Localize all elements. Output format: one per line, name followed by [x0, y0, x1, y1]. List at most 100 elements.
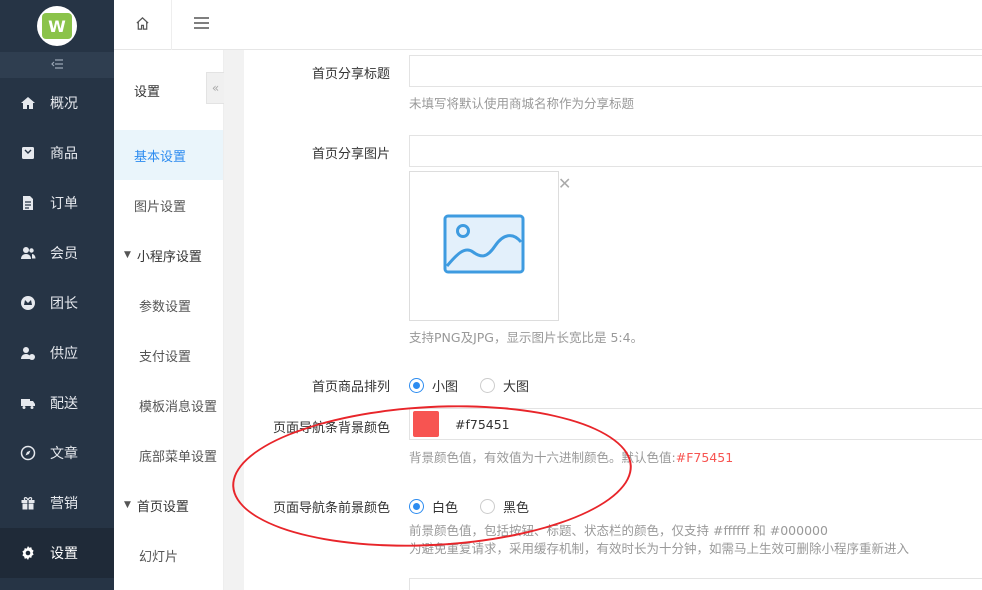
sidebar-item-orders[interactable]: 订单	[0, 178, 114, 228]
sidebar-item-leader[interactable]: 团长	[0, 278, 114, 328]
remove-image-button[interactable]: ✕	[558, 174, 571, 193]
nav-bg-color-label: 页面导航条背景颜色	[272, 421, 390, 436]
sidebar-item-label: 供应	[50, 346, 78, 362]
share-image-label: 首页分享图片	[311, 147, 390, 162]
home-outline-icon	[135, 16, 150, 35]
main-area: 首页分享标题 未填写将默认使用商城名称作为分享标题 首页分享图片 ✕ 支持PNG…	[224, 50, 982, 590]
subnav-item-slideshow[interactable]: 幻灯片	[114, 530, 223, 580]
subnav-item-label: 支付设置	[139, 349, 192, 365]
subnav-item-basic[interactable]: 基本设置	[114, 130, 223, 180]
radio-unchecked[interactable]	[480, 499, 496, 514]
radio-checked[interactable]	[409, 499, 424, 514]
nav-fg-option-white[interactable]: 白色	[409, 497, 458, 516]
collapse-icon	[51, 58, 63, 72]
gift-icon	[20, 495, 36, 511]
sidebar-item-members[interactable]: 会员	[0, 228, 114, 278]
sidebar-item-settings[interactable]: 设置	[0, 528, 114, 578]
double-chevron-left-icon: «	[211, 81, 220, 95]
subnav-item-params[interactable]: 参数设置	[114, 280, 223, 330]
subnav-item-label: 小程序设置	[136, 249, 202, 265]
subnav-item-label: 首页设置	[136, 499, 189, 515]
top-bar	[114, 0, 982, 50]
subnav-item-label: 模板消息设置	[139, 399, 218, 415]
nav-fg-color-help-2: 为避免重复请求，采用缓存机制，有效时长为十分钟，如需马上生效可删除小程序重新进入	[409, 541, 910, 556]
caret-down-icon: ▼	[124, 500, 131, 510]
radio-label: 白色	[432, 501, 459, 516]
compass-icon	[20, 445, 36, 461]
sidebar-item-supply[interactable]: 供应	[0, 328, 114, 378]
subnav-item-label: 幻灯片	[139, 549, 179, 565]
share-image-upload[interactable]	[409, 171, 559, 321]
image-placeholder-icon	[443, 214, 525, 278]
sidebar-item-label: 订单	[50, 196, 78, 212]
sidebar-item-delivery[interactable]: 配送	[0, 378, 114, 428]
supply-icon	[20, 345, 36, 361]
radio-unchecked[interactable]	[480, 378, 496, 393]
subnav-item-image[interactable]: 图片设置	[114, 180, 223, 230]
goods-layout-radio-group: 小图 大图	[409, 376, 551, 395]
sidebar-item-overview[interactable]: 概况	[0, 78, 114, 128]
sidebar-item-label: 设置	[50, 546, 78, 562]
settings-form: 首页分享标题 未填写将默认使用商城名称作为分享标题 首页分享图片 ✕ 支持PNG…	[244, 50, 982, 590]
radio-label: 小图	[432, 380, 459, 395]
subnav-item-bottom-menu[interactable]: 底部菜单设置	[114, 430, 223, 480]
sidebar-item-marketing[interactable]: 营销	[0, 478, 114, 528]
default-color-value: #F75451	[675, 450, 734, 465]
sidebar-item-label: 会员	[50, 246, 78, 262]
nav-fg-color-help-1: 前景颜色值，包括按钮、标题、状态栏的颜色，仅支持 #ffffff 和 #0000…	[409, 523, 828, 538]
subnav-item-label: 图片设置	[134, 199, 187, 215]
subnav-item-payment[interactable]: 支付设置	[114, 330, 223, 380]
radio-label: 黑色	[503, 501, 530, 516]
share-image-input[interactable]	[409, 135, 982, 167]
sidebar-item-articles[interactable]: 文章	[0, 428, 114, 478]
share-title-help: 未填写将默认使用商城名称作为分享标题	[409, 96, 635, 111]
logo-area: W	[0, 0, 114, 52]
radio-label: 大图	[503, 380, 530, 395]
nav-bg-color-input[interactable]: #f75451	[409, 408, 982, 440]
sidebar-item-label: 团长	[50, 296, 78, 312]
sidebar-item-label: 营销	[50, 496, 78, 512]
next-field-input[interactable]	[409, 578, 982, 590]
subnav-group-homepage[interactable]: ▼ 首页设置	[114, 480, 223, 530]
menu-toggle-button[interactable]	[172, 0, 230, 50]
home-icon	[20, 95, 36, 111]
order-icon	[20, 195, 36, 211]
sidebar-item-goods[interactable]: 商品	[0, 128, 114, 178]
main-nav: 概况 商品 订单 会员 团长 供应 配送 文章 营销 设置	[0, 78, 114, 578]
main-sidebar: W 概况 商品 订单 会员 团长 供应 配送 文章 营销 设置	[0, 0, 114, 590]
close-icon: ✕	[558, 174, 572, 193]
logo[interactable]: W	[37, 6, 77, 46]
subnav-collapse-button[interactable]: «	[206, 72, 224, 104]
nav-fg-color-label: 页面导航条前景颜色	[272, 501, 390, 516]
sidebar-item-label: 文章	[50, 446, 78, 462]
goods-layout-option-small[interactable]: 小图	[409, 376, 458, 395]
leader-icon	[20, 295, 36, 311]
nav-fg-color-radio-group: 白色 黑色	[409, 497, 551, 516]
sidebar-item-label: 概况	[50, 96, 78, 112]
nav-bg-color-help: 背景颜色值，有效值为十六进制颜色。默认色值:#F75451	[409, 447, 733, 466]
gear-icon	[20, 545, 36, 561]
settings-subnav: 设置 « 基本设置 图片设置 ▼ 小程序设置 参数设置 支付设置 模板消息设置 底…	[114, 50, 224, 590]
goods-layout-option-large[interactable]: 大图	[480, 376, 529, 395]
subnav-item-label: 基本设置	[134, 149, 187, 165]
subnav-item-template-msg[interactable]: 模板消息设置	[114, 380, 223, 430]
caret-down-icon: ▼	[124, 250, 131, 260]
share-image-help: 支持PNG及JPG，显示图片长宽比是 5:4。	[409, 330, 644, 345]
subnav-group-miniprogram[interactable]: ▼ 小程序设置	[114, 230, 223, 280]
nav-fg-option-black[interactable]: 黑色	[480, 497, 529, 516]
share-title-input[interactable]	[409, 55, 982, 87]
goods-layout-label: 首页商品排列	[311, 380, 390, 395]
logo-mark: W	[42, 13, 72, 39]
sidebar-item-label: 商品	[50, 146, 78, 162]
goods-icon	[20, 145, 36, 161]
color-swatch[interactable]	[413, 411, 439, 437]
sidebar-collapse-button[interactable]	[0, 52, 114, 78]
truck-icon	[20, 395, 36, 411]
color-value: #f75451	[455, 416, 510, 432]
subnav-item-label: 参数设置	[139, 299, 192, 315]
sidebar-item-label: 配送	[50, 396, 78, 412]
home-button[interactable]	[114, 0, 172, 50]
subnav-item-label: 底部菜单设置	[139, 449, 218, 465]
radio-checked[interactable]	[409, 378, 424, 393]
help-text: 背景颜色值，有效值为十六进制颜色。默认色值:	[409, 450, 676, 465]
